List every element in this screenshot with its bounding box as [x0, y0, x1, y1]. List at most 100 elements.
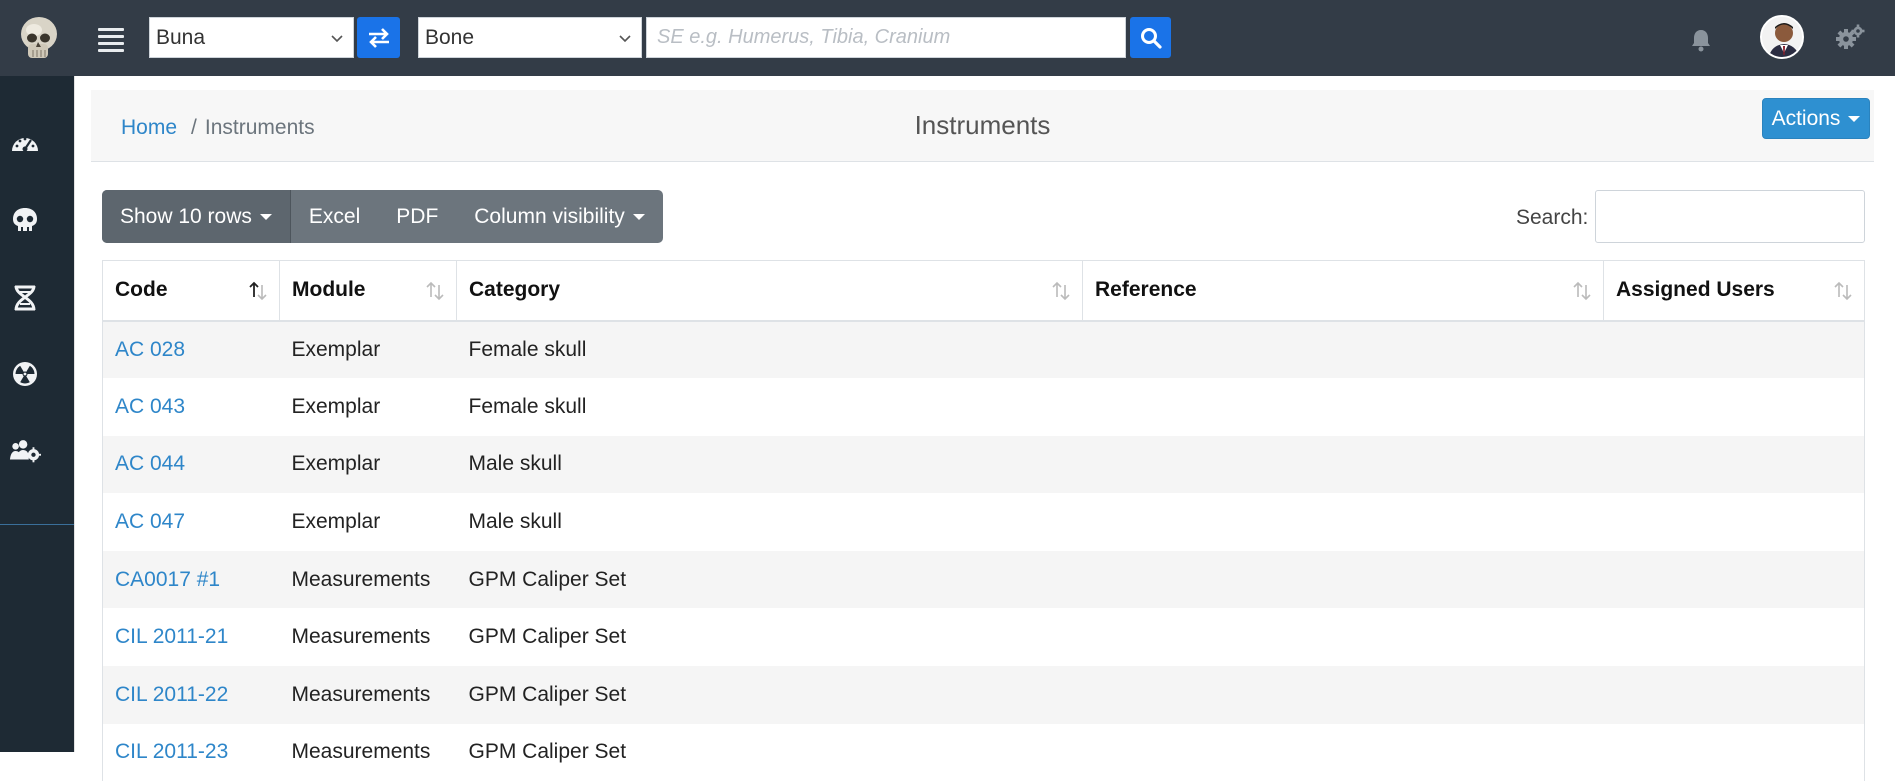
chevron-down-icon: [619, 35, 631, 43]
category-cell: Female skull: [456, 320, 1083, 379]
module-cell: Exemplar: [291, 394, 381, 418]
caret-down-icon: [1848, 115, 1861, 122]
reference-cell: [1083, 378, 1604, 436]
instrument-code-link[interactable]: CIL 2011-22: [115, 683, 228, 706]
category-cell: GPM Caliper Set: [456, 666, 1083, 724]
caret-down-icon: [259, 213, 272, 220]
column-header-category[interactable]: Category: [456, 260, 1083, 322]
table-row: AC 044 Exemplar Male skull: [102, 435, 1865, 494]
module-cell: Exemplar: [291, 510, 381, 534]
instrument-code-link[interactable]: CA0017 #1: [115, 568, 220, 591]
assigned-users-cell: [1603, 435, 1865, 494]
element-select[interactable]: Bone: [418, 17, 642, 58]
excel-export-button[interactable]: Excel: [291, 190, 378, 243]
module-cell: Measurements: [279, 666, 457, 724]
table-row: AC 028 Exemplar Female skull: [102, 320, 1865, 379]
sidebar: [0, 76, 74, 752]
column-visibility-label: Column visibility: [474, 204, 625, 228]
reference-cell: [1082, 435, 1604, 494]
users-gear-icon[interactable]: [9, 435, 41, 467]
dna-icon[interactable]: [9, 282, 41, 314]
reference-cell: [1082, 320, 1604, 379]
reference-cell: [1082, 550, 1604, 609]
sort-icon: [1834, 281, 1852, 301]
assigned-users-cell: [1603, 723, 1865, 781]
reference-cell: [1082, 666, 1604, 724]
site-select[interactable]: Buna: [149, 17, 354, 58]
column-header-assigned-users[interactable]: Assigned Users: [1603, 260, 1865, 322]
menu-toggle-icon[interactable]: [98, 28, 124, 52]
category-cell: GPM Caliper Set: [468, 740, 627, 764]
assigned-users-cell: [1603, 378, 1865, 436]
assigned-users-cell: [1603, 666, 1865, 724]
category-cell: GPM Caliper Set: [456, 550, 1083, 609]
dashboard-icon[interactable]: [9, 127, 41, 159]
table-search-label: Search:: [1516, 206, 1589, 229]
settings-gears-icon[interactable]: [1835, 24, 1865, 55]
module-cell: Measurements: [291, 625, 431, 649]
column-header-code[interactable]: Code: [102, 260, 280, 322]
show-rows-label: Show 10 rows: [120, 204, 252, 228]
actions-dropdown-button[interactable]: Actions: [1762, 98, 1870, 139]
instruments-table: Code Module Category Reference Assigned …: [102, 260, 1865, 781]
column-header-reference[interactable]: Reference: [1082, 260, 1604, 322]
caret-down-icon: [632, 213, 645, 220]
instrument-code-link[interactable]: AC 047: [115, 510, 185, 533]
table-row: CIL 2011-21 Measurements GPM Caliper Set: [102, 608, 1865, 667]
table-row: AC 043 Exemplar Female skull: [102, 378, 1865, 436]
user-avatar[interactable]: [1760, 15, 1804, 59]
show-rows-button[interactable]: Show 10 rows: [102, 190, 291, 243]
module-cell: Exemplar: [279, 320, 457, 379]
instrument-code-link[interactable]: AC 044: [115, 452, 185, 475]
assigned-users-cell: [1603, 608, 1865, 667]
module-cell: Measurements: [279, 550, 457, 609]
top-navbar: Buna Bone: [0, 0, 1895, 76]
page-title: Instruments: [914, 110, 1051, 140]
reference-cell: [1083, 724, 1604, 781]
sort-ascending-icon: [249, 281, 267, 301]
search-icon: [1140, 27, 1162, 49]
table-row: CIL 2011-23 Measurements GPM Caliper Set: [102, 723, 1865, 781]
category-cell: Male skull: [456, 435, 1083, 494]
table-row: AC 047 Exemplar Male skull: [102, 493, 1865, 551]
skull-logo-icon[interactable]: [14, 14, 64, 62]
swap-arrows-icon: [368, 27, 389, 48]
actions-label: Actions: [1771, 106, 1841, 130]
page-header: Home / Instruments Instruments Actions: [91, 90, 1874, 162]
instrument-code-link[interactable]: AC 028: [115, 338, 185, 361]
reference-cell: [1083, 608, 1604, 666]
column-visibility-button[interactable]: Column visibility: [456, 190, 663, 243]
module-cell: Exemplar: [279, 435, 457, 494]
bone-search-input[interactable]: [646, 17, 1126, 58]
radiation-icon[interactable]: [9, 358, 41, 390]
table-row: CIL 2011-22 Measurements GPM Caliper Set: [102, 666, 1865, 724]
chevron-down-icon: [331, 35, 343, 43]
skull-icon[interactable]: [9, 204, 41, 236]
category-cell: GPM Caliper Set: [468, 625, 627, 649]
swap-button[interactable]: [357, 17, 400, 58]
instrument-code-link[interactable]: CIL 2011-21: [115, 625, 228, 648]
element-select-value: Bone: [425, 26, 475, 49]
assigned-users-cell: [1603, 493, 1865, 551]
sort-icon: [426, 281, 444, 301]
table-header-row: Code Module Category Reference Assigned …: [102, 260, 1865, 322]
table-search-input[interactable]: [1595, 190, 1865, 243]
assigned-users-cell: [1603, 550, 1865, 609]
category-cell: Female skull: [468, 394, 587, 418]
pdf-export-button[interactable]: PDF: [378, 190, 456, 243]
reference-cell: [1083, 493, 1604, 551]
table-row: CA0017 #1 Measurements GPM Caliper Set: [102, 550, 1865, 609]
sort-icon: [1052, 281, 1070, 301]
notifications-bell-icon[interactable]: [1690, 28, 1712, 57]
instrument-code-link[interactable]: AC 043: [115, 395, 185, 418]
category-cell: Male skull: [468, 510, 562, 534]
sort-icon: [1573, 281, 1591, 301]
site-select-value: Buna: [156, 26, 206, 49]
sidebar-divider: [0, 524, 74, 525]
column-header-module[interactable]: Module: [279, 260, 457, 322]
search-button[interactable]: [1130, 17, 1171, 58]
main-content: Home / Instruments Instruments Actions Sho…: [74, 76, 1895, 781]
module-cell: Measurements: [291, 740, 431, 764]
assigned-users-cell: [1603, 320, 1865, 379]
table-toolbar: Show 10 rows Excel PDF Column visibility: [102, 190, 663, 243]
